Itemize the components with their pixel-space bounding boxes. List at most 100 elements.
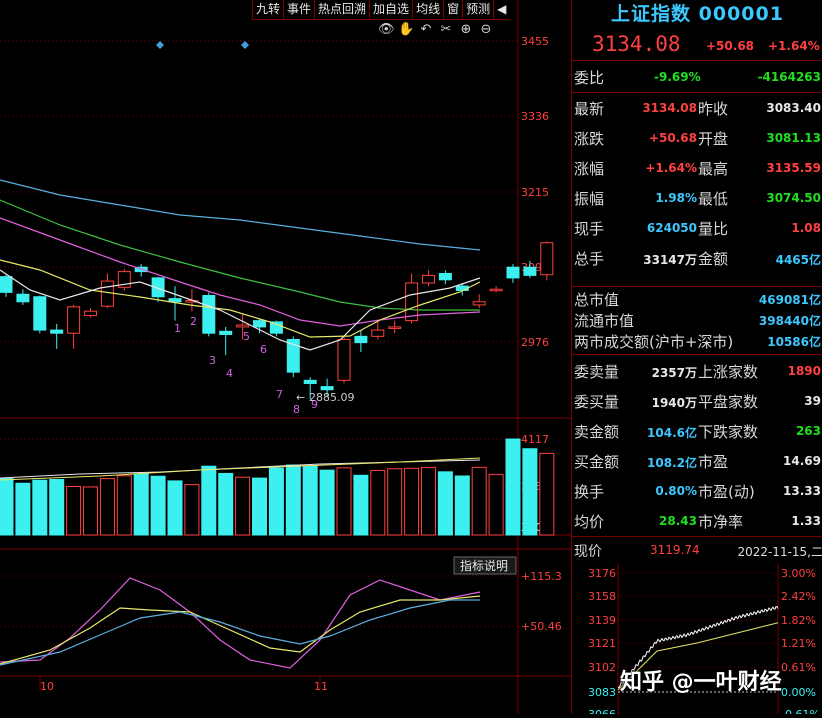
stat-label-left: 涨跌 bbox=[574, 130, 605, 148]
candlestick[interactable] bbox=[422, 270, 435, 287]
candlestick[interactable] bbox=[472, 294, 486, 309]
hand-icon[interactable]: ✋ bbox=[398, 21, 414, 39]
volume-bar[interactable] bbox=[404, 467, 420, 536]
volume-bar[interactable] bbox=[133, 473, 149, 536]
volume-bar[interactable] bbox=[268, 467, 284, 536]
nine-turn-marker: 7 bbox=[276, 388, 283, 401]
order-ratio-row: 委比 -9.69% -4164263 bbox=[572, 62, 822, 93]
volume-bar[interactable] bbox=[319, 469, 335, 536]
volume-bar[interactable] bbox=[370, 469, 386, 536]
menu-events[interactable]: 事件 bbox=[283, 0, 314, 19]
volume-bar[interactable] bbox=[15, 482, 31, 536]
candlestick[interactable] bbox=[354, 330, 368, 353]
event-marker-icon[interactable] bbox=[156, 41, 164, 49]
zoom-out-icon[interactable]: ⊖ bbox=[478, 21, 494, 39]
price-axis-label: 3336 bbox=[521, 110, 549, 123]
volume-bar[interactable] bbox=[437, 471, 453, 536]
volume-bar[interactable] bbox=[201, 465, 217, 536]
menu-nine-turn[interactable]: 九转 bbox=[252, 0, 283, 19]
zoom-in-icon[interactable]: ⊕ bbox=[458, 21, 474, 39]
volume-bar[interactable] bbox=[336, 467, 352, 536]
volume-bar[interactable] bbox=[454, 475, 470, 536]
intraday-left-label: 3176 bbox=[588, 567, 616, 580]
volume-bar[interactable] bbox=[83, 486, 98, 536]
chart-canvas[interactable]: 3455333632153096297641172080X10+115.3+50… bbox=[0, 0, 571, 714]
volume-bar[interactable] bbox=[302, 465, 318, 536]
volume-bar[interactable] bbox=[387, 468, 403, 536]
candlestick[interactable] bbox=[506, 264, 520, 283]
candlestick[interactable] bbox=[388, 320, 402, 334]
candlestick[interactable] bbox=[67, 304, 81, 349]
candlestick[interactable] bbox=[16, 289, 30, 305]
order-value-left: 2357万 bbox=[651, 366, 697, 380]
order-value-right: 13.33 bbox=[783, 484, 821, 498]
candlestick[interactable] bbox=[438, 270, 452, 285]
order-value-left: 1940万 bbox=[651, 396, 697, 410]
volume-bar[interactable] bbox=[32, 479, 48, 536]
order-row: 卖金额 104.6亿 下跌家数 263 bbox=[572, 416, 822, 446]
volume-bar[interactable] bbox=[99, 478, 115, 536]
volume-bar[interactable] bbox=[218, 472, 234, 536]
volume-bar[interactable] bbox=[471, 466, 487, 536]
candlestick[interactable] bbox=[84, 308, 97, 318]
volume-bar[interactable] bbox=[505, 438, 521, 536]
volume-bar[interactable] bbox=[488, 473, 504, 536]
candlestick[interactable] bbox=[33, 295, 47, 334]
volume-bar[interactable] bbox=[66, 485, 82, 536]
menu-collapse-icon[interactable]: ◀ bbox=[493, 0, 509, 19]
price-change-percent: +1.64% bbox=[768, 39, 820, 53]
macd-axis-label: +50.46 bbox=[521, 620, 562, 633]
stat-row: 现手 624050 量比 1.08 bbox=[572, 213, 822, 243]
stat-value-left: 3134.08 bbox=[642, 101, 697, 115]
event-marker-icon[interactable] bbox=[241, 41, 249, 49]
order-row: 均价 28.43 市净率 1.33 bbox=[572, 506, 822, 536]
volume-bar[interactable] bbox=[522, 448, 538, 536]
indicator-line bbox=[0, 599, 480, 666]
volume-bar[interactable] bbox=[235, 476, 251, 536]
undo-icon[interactable]: ↶ bbox=[418, 21, 434, 39]
stat-value-right: 1.08 bbox=[791, 221, 821, 235]
scissors-icon[interactable]: ✂ bbox=[438, 21, 454, 39]
eye-icon[interactable]: 👁 bbox=[378, 21, 395, 39]
menu-hot-review[interactable]: 热点回溯 bbox=[314, 0, 369, 19]
kline-chart-area[interactable]: 3455333632153096297641172080X10+115.3+50… bbox=[0, 0, 571, 714]
volume-bar[interactable] bbox=[252, 477, 267, 536]
volume-bar[interactable] bbox=[167, 480, 183, 536]
intraday-right-label: 1.82% bbox=[781, 614, 816, 627]
stat-label-left: 现手 bbox=[574, 220, 605, 238]
volume-bar[interactable] bbox=[49, 479, 65, 536]
volume-bar[interactable] bbox=[0, 478, 14, 536]
order-label-right: 市盈 bbox=[698, 453, 729, 471]
indicator-help-label: 指标说明 bbox=[460, 558, 508, 573]
candlestick[interactable] bbox=[540, 241, 554, 281]
menu-add-favorite[interactable]: 加自选 bbox=[369, 0, 412, 19]
volume-bar[interactable] bbox=[421, 466, 436, 536]
candlestick[interactable] bbox=[202, 292, 216, 337]
intraday-header: 现价 3119.74 2022-11-15,二 bbox=[572, 540, 822, 560]
candlestick[interactable] bbox=[100, 273, 114, 309]
order-row: 委卖量 2357万 上涨家数 1890 bbox=[572, 356, 822, 386]
volume-bar[interactable] bbox=[184, 484, 200, 536]
time-label-oct: 10 bbox=[40, 680, 54, 693]
volume-bar[interactable] bbox=[116, 475, 132, 536]
volume-bar[interactable] bbox=[353, 474, 369, 536]
stock-title[interactable]: 上证指数 000001 bbox=[572, 0, 822, 30]
stat-value-right: 3074.50 bbox=[766, 191, 821, 205]
candlestick[interactable] bbox=[219, 326, 233, 356]
menu-moving-average[interactable]: 均线 bbox=[412, 0, 443, 19]
stat-label-left: 涨幅 bbox=[574, 160, 605, 178]
menu-window[interactable]: 窗 bbox=[443, 0, 462, 19]
menu-forecast[interactable]: 预测 bbox=[462, 0, 493, 19]
market-value: 10586亿 bbox=[767, 335, 821, 349]
candlestick[interactable] bbox=[117, 269, 131, 291]
candlestick[interactable] bbox=[50, 323, 64, 349]
order-label-left: 委买量 bbox=[574, 393, 620, 411]
volume-bar[interactable] bbox=[285, 464, 301, 536]
candlestick[interactable] bbox=[253, 319, 266, 334]
volume-bar[interactable] bbox=[539, 452, 555, 536]
volume-bar[interactable] bbox=[150, 475, 166, 536]
candlestick[interactable] bbox=[489, 286, 503, 293]
stat-row: 涨幅 +1.64% 最高 3135.59 bbox=[572, 153, 822, 183]
order-row: 委买量 1940万 平盘家数 39 bbox=[572, 386, 822, 416]
candlestick[interactable] bbox=[337, 336, 351, 384]
